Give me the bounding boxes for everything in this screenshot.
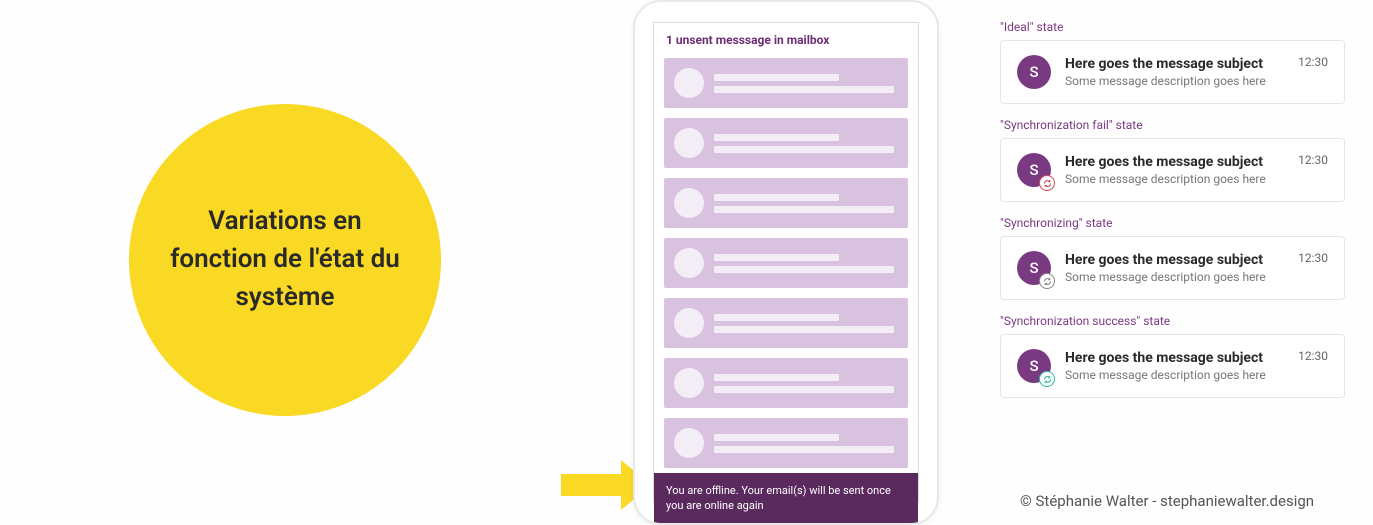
state-label: "Synchronization success" state [1000, 314, 1345, 328]
message-subject: Here goes the message subject [1065, 350, 1284, 366]
mailbox-heading: 1 unsent messsage in mailbox [654, 23, 918, 53]
card-body: Here goes the message subject Some messag… [1065, 154, 1284, 186]
avatar-placeholder [674, 368, 704, 398]
state-label: "Synchronizing" state [1000, 216, 1345, 230]
message-subject: Here goes the message subject [1065, 56, 1284, 72]
message-row [664, 178, 908, 228]
state-list: "Ideal" state S Here goes the message subj… [1000, 20, 1345, 398]
message-description: Some message description goes here [1065, 368, 1284, 382]
message-time: 12:30 [1298, 55, 1328, 69]
title-text: Variations en fonction de l'état du syst… [169, 203, 401, 316]
phone-screen: 1 unsent messsage in mailbox [653, 22, 919, 503]
footer-credit: © Stéphanie Walter - stephaniewalter.des… [1020, 492, 1314, 510]
message-time: 12:30 [1298, 349, 1328, 363]
text-placeholder [714, 374, 898, 393]
text-placeholder [714, 194, 898, 213]
avatar: S [1017, 349, 1051, 383]
avatar: S [1017, 251, 1051, 285]
message-card[interactable]: S Here goes the message subject Some messa… [1000, 236, 1345, 300]
avatar: S [1017, 153, 1051, 187]
text-placeholder [714, 134, 898, 153]
message-subject: Here goes the message subject [1065, 154, 1284, 170]
message-row [664, 358, 908, 408]
message-description: Some message description goes here [1065, 270, 1284, 284]
text-placeholder [714, 434, 898, 453]
message-description: Some message description goes here [1065, 172, 1284, 186]
message-time: 12:30 [1298, 153, 1328, 167]
sync-fail-icon [1039, 175, 1055, 191]
card-body: Here goes the message subject Some messag… [1065, 252, 1284, 284]
text-placeholder [714, 254, 898, 273]
message-row [664, 118, 908, 168]
message-row [664, 418, 908, 468]
message-card[interactable]: S Here goes the message subject Some messa… [1000, 40, 1345, 104]
message-row [664, 238, 908, 288]
card-body: Here goes the message subject Some messag… [1065, 350, 1284, 382]
sync-syncing-icon [1039, 273, 1055, 289]
title-circle: Variations en fonction de l'état du syst… [129, 104, 441, 416]
avatar-placeholder [674, 308, 704, 338]
state-label: "Ideal" state [1000, 20, 1345, 34]
avatar-placeholder [674, 188, 704, 218]
text-placeholder [714, 74, 898, 93]
avatar-placeholder [674, 248, 704, 278]
card-body: Here goes the message subject Some messag… [1065, 56, 1284, 88]
message-description: Some message description goes here [1065, 74, 1284, 88]
sync-success-icon [1039, 371, 1055, 387]
message-time: 12:30 [1298, 251, 1328, 265]
message-card[interactable]: S Here goes the message subject Some messa… [1000, 334, 1345, 398]
message-row [664, 58, 908, 108]
state-label: "Synchronization fail" state [1000, 118, 1345, 132]
avatar-placeholder [674, 428, 704, 458]
avatar-placeholder [674, 128, 704, 158]
offline-banner: You are offline. Your email(s) will be s… [654, 473, 918, 524]
avatar-letter: S [1017, 55, 1051, 89]
avatar-placeholder [674, 68, 704, 98]
message-row [664, 298, 908, 348]
message-subject: Here goes the message subject [1065, 252, 1284, 268]
phone-mockup: 1 unsent messsage in mailbox [633, 0, 939, 525]
message-card[interactable]: S Here goes the message subject Some messa… [1000, 138, 1345, 202]
text-placeholder [714, 314, 898, 333]
avatar: S [1017, 55, 1051, 89]
